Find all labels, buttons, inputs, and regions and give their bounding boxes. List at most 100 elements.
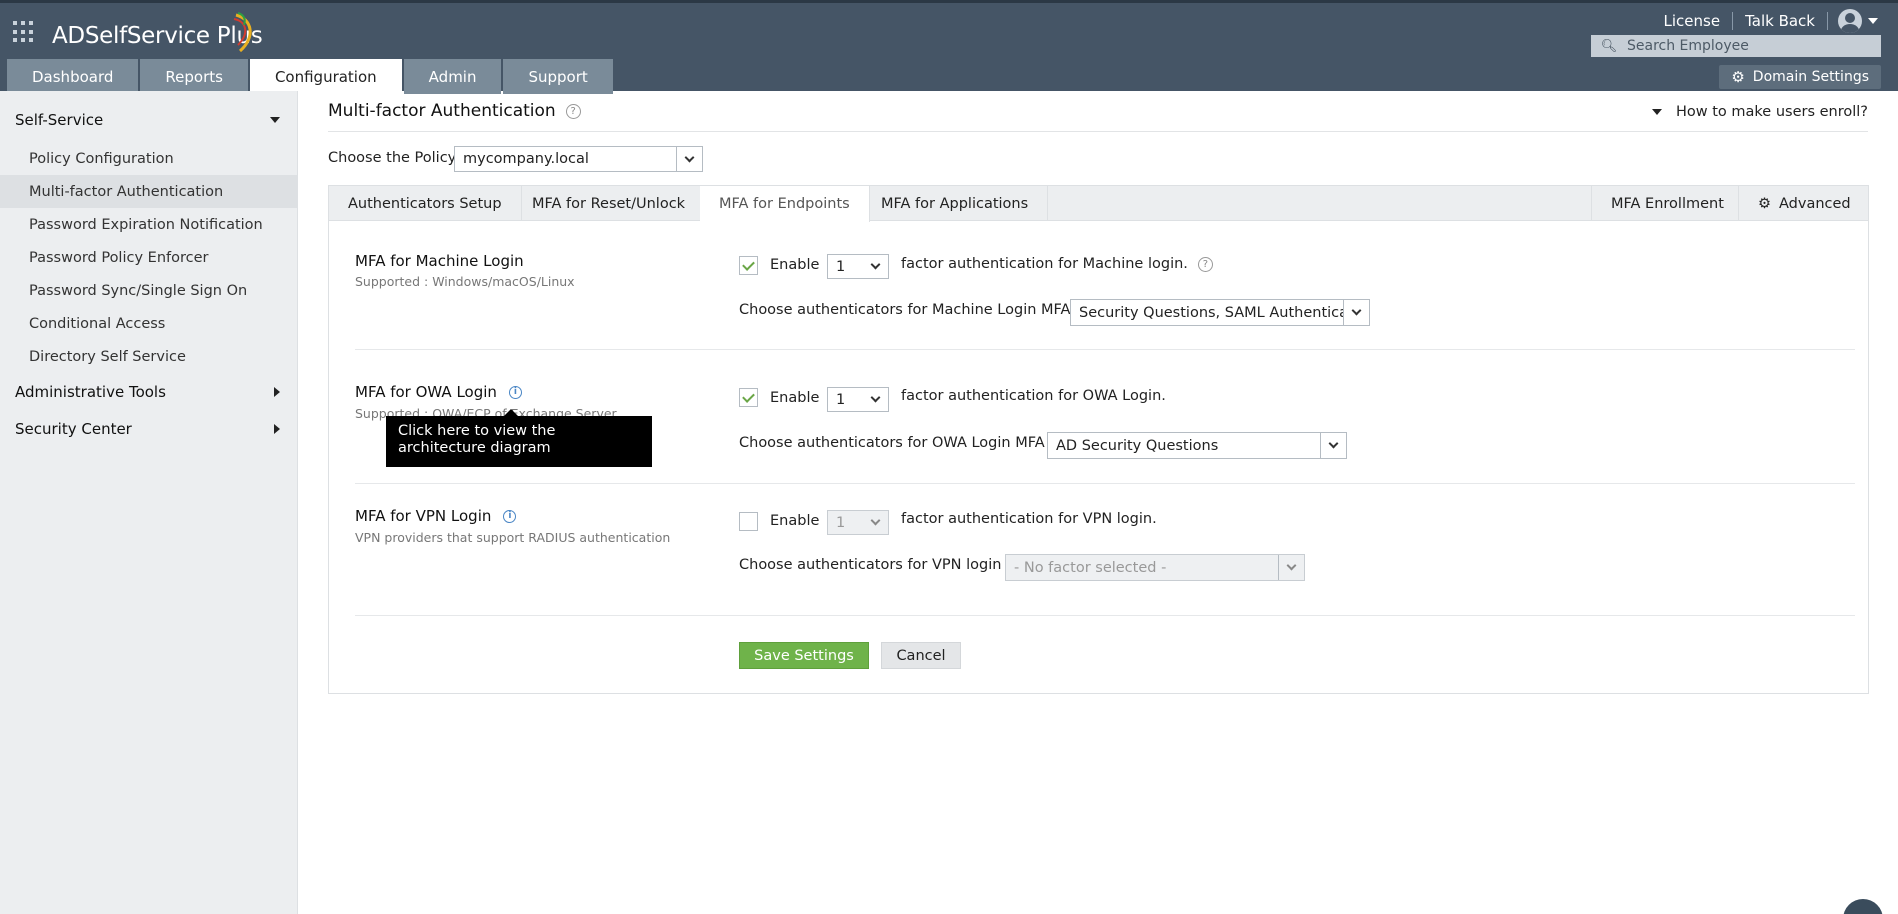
gear-icon: ⚙ [1731,68,1745,86]
app-header: ADSelfService Plus License Talk Back 🔍︎ … [0,0,1898,94]
talk-back-link[interactable]: Talk Back [1733,12,1827,30]
machine-login-authenticators-value: Security Questions, SAML Authenticator [1079,304,1343,321]
machine-login-title-text: MFA for Machine Login [355,252,524,270]
employee-search-input[interactable] [1627,38,1867,54]
employee-search: 🔍︎ [1591,35,1881,57]
vpn-login-enable-label: Enable [770,513,820,529]
sidebar-item-multi-factor-authentication[interactable]: Multi-factor Authentication [0,175,297,208]
sidebar-item-directory-self-service[interactable]: Directory Self Service [0,340,297,373]
machine-login-factor-text-label: factor authentication for Machine login. [901,256,1188,272]
vpn-login-title-text: MFA for VPN Login [355,507,492,525]
machine-login-title: MFA for Machine Login [355,252,524,270]
sidebar-item-policy-configuration[interactable]: Policy Configuration [0,142,297,175]
sidebar-item-conditional-access[interactable]: Conditional Access [0,307,297,340]
section-divider [355,349,1855,350]
search-icon[interactable]: 🔍︎ [1591,39,1627,54]
title-divider [328,131,1868,132]
tab-mfa-reset-unlock[interactable]: MFA for Reset/Unlock [513,186,706,221]
nav-tab-configuration[interactable]: Configuration [249,59,402,94]
sidebar-section-self-service[interactable]: Self-Service [15,111,280,129]
tab-advanced-label: Advanced [1779,195,1851,212]
machine-login-factor-text: factor authentication for Machine login.… [901,256,1213,272]
owa-login-title-text: MFA for OWA Login [355,383,497,401]
owa-login-title: MFA for OWA Login i [355,383,522,401]
nav-tab-support[interactable]: Support [503,59,613,94]
policy-select[interactable]: mycompany.local [454,146,703,172]
tab-authenticators-setup[interactable]: Authenticators Setup [329,186,522,221]
chevron-down-icon [1343,300,1369,325]
vpn-login-factor-select[interactable]: 1 [827,510,889,535]
policy-select-value: mycompany.local [463,151,589,167]
vpn-login-authenticators-select[interactable]: - No factor selected - [1005,554,1305,581]
info-icon[interactable]: i [508,385,522,399]
tab-advanced[interactable]: ⚙ Advanced [1738,186,1870,221]
nav-tab-dashboard[interactable]: Dashboard [7,59,139,94]
section-divider [355,615,1855,616]
license-link[interactable]: License [1652,12,1733,30]
caret-down-icon [270,117,280,123]
vpn-login-authenticators-value: - No factor selected - [1014,559,1167,576]
domain-settings-button[interactable]: ⚙ Domain Settings [1719,65,1881,89]
sidebar-item-password-expiration-notification[interactable]: Password Expiration Notification [0,208,297,241]
app-grid-icon[interactable] [13,21,35,43]
sidebar-section-label: Administrative Tools [15,383,166,401]
how-to-enroll-link[interactable]: How to make users enroll? [1652,104,1868,120]
page-title: Multi-factor Authentication ? [328,101,581,121]
logo-swoosh-icon [233,12,252,53]
chevron-down-icon [862,255,888,278]
sidebar-section-administrative-tools[interactable]: Administrative Tools [15,383,280,401]
help-icon[interactable]: ? [565,103,581,119]
nav-tab-admin[interactable]: Admin [403,59,502,94]
sidebar-item-password-policy-enforcer[interactable]: Password Policy Enforcer [0,241,297,274]
owa-login-authenticators-select[interactable]: AD Security Questions [1047,432,1347,459]
chevron-down-icon [1320,433,1346,458]
owa-login-enable-checkbox[interactable] [739,388,758,407]
help-icon[interactable]: ? [1197,256,1213,272]
machine-login-factor-select[interactable]: 1 [827,254,889,279]
owa-login-factor-text: factor authentication for OWA Login. [901,388,1166,404]
save-settings-button[interactable]: Save Settings [739,642,869,669]
vpn-login-choose-label: Choose authenticators for VPN login [739,557,1002,573]
owa-login-enable-label: Enable [770,390,820,406]
gear-icon: ⚙ [1758,195,1771,212]
vpn-login-title: MFA for VPN Login i [355,507,517,525]
mfa-tabbar: Authenticators Setup MFA for Reset/Unloc… [329,186,1870,222]
machine-login-authenticators-select[interactable]: Security Questions, SAML Authenticator [1070,299,1370,326]
chevron-down-icon [862,511,888,534]
vpn-login-factor-value: 1 [836,514,846,531]
main-nav: Dashboard Reports Configuration Admin Su… [7,59,615,94]
machine-login-choose-label: Choose authenticators for Machine Login … [739,302,1071,318]
sidebar-section-label: Security Center [15,420,132,438]
caret-down-icon [1652,109,1662,115]
vpn-login-factor-text: factor authentication for VPN login. [901,511,1157,527]
cancel-button[interactable]: Cancel [881,642,961,669]
sidebar-item-password-sync-sso[interactable]: Password Sync/Single Sign On [0,274,297,307]
sidebar-section-security-center[interactable]: Security Center [15,420,280,438]
machine-login-factor-value: 1 [836,258,846,275]
owa-login-factor-select[interactable]: 1 [827,387,889,412]
info-icon[interactable]: i [503,509,517,523]
top-links: License Talk Back [1652,9,1878,33]
tab-mfa-endpoints[interactable]: MFA for Endpoints [700,186,870,222]
architecture-tooltip: Click here to view the architecture diag… [386,409,652,467]
machine-login-enable-checkbox[interactable] [739,256,758,275]
user-avatar-icon[interactable] [1838,9,1862,33]
how-to-enroll-label: How to make users enroll? [1676,104,1868,120]
owa-login-authenticators-value: AD Security Questions [1056,437,1219,454]
chevron-down-icon [676,147,702,171]
chat-icon[interactable] [1843,899,1883,914]
tab-mfa-applications[interactable]: MFA for Applications [862,186,1049,221]
caret-right-icon [274,387,280,397]
machine-login-enable-label: Enable [770,257,820,273]
caret-right-icon [274,424,280,434]
machine-login-subtitle: Supported : Windows/macOS/Linux [355,274,575,289]
sidebar: Self-Service Policy Configuration Multi-… [0,91,298,914]
chevron-down-icon [1278,555,1304,580]
user-menu-caret-icon[interactable] [1868,18,1878,24]
nav-tab-reports[interactable]: Reports [140,59,248,94]
tab-mfa-enrollment[interactable]: MFA Enrollment [1591,186,1743,221]
page-title-text: Multi-factor Authentication [328,101,556,121]
vpn-login-enable-checkbox[interactable] [739,512,758,531]
section-divider [355,483,1855,484]
sidebar-section-label: Self-Service [15,111,104,129]
